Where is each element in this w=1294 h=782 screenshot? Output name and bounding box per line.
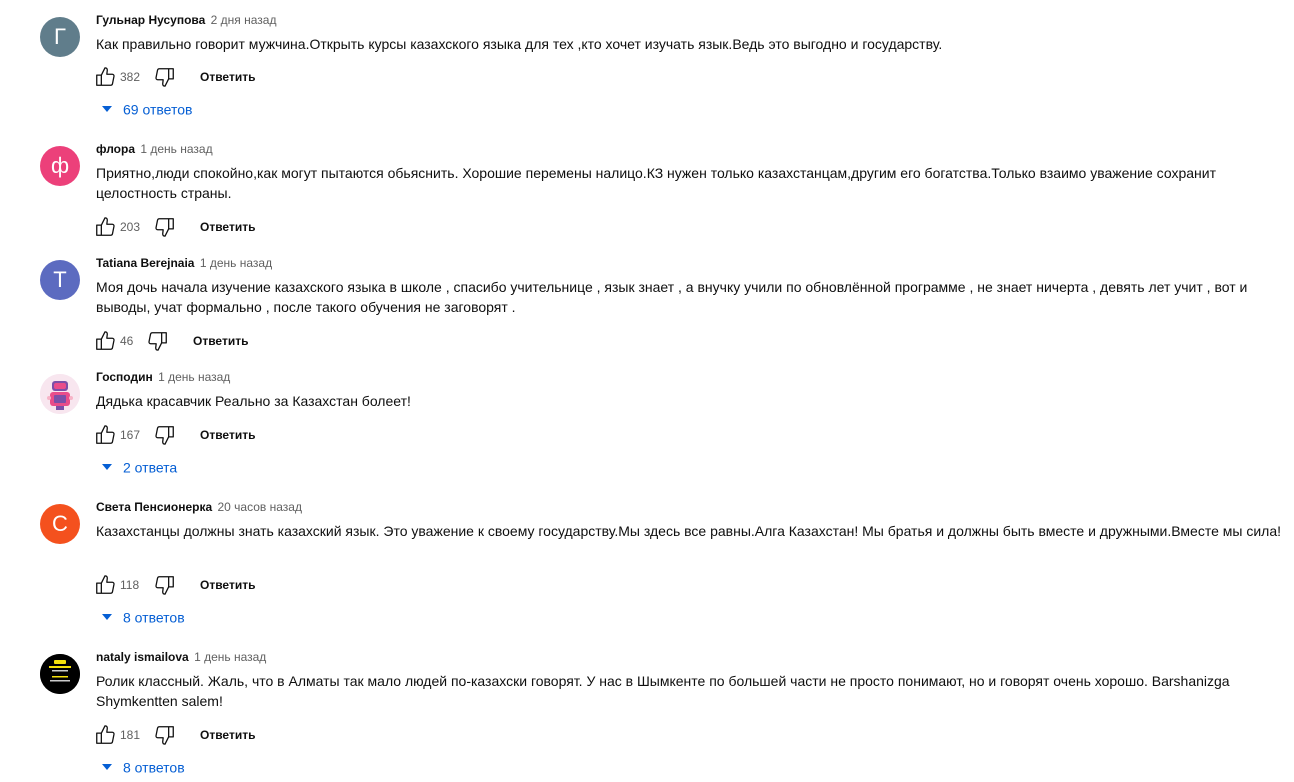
- thumb-down-icon: [155, 726, 174, 745]
- thumb-up-icon: [96, 725, 115, 744]
- robot-avatar-image: [40, 374, 80, 414]
- timestamp[interactable]: 1 день назад: [200, 256, 272, 270]
- comment-header: Господин 1 день назад: [96, 370, 230, 384]
- chevron-down-icon: [100, 760, 114, 774]
- avatar[interactable]: Г: [40, 17, 80, 57]
- author-name[interactable]: Tatiana Berejnaia: [96, 256, 194, 270]
- dislike-button[interactable]: [154, 66, 176, 88]
- comment-header: Tatiana Berejnaia 1 день назад: [96, 256, 272, 270]
- author-name[interactable]: Господин: [96, 370, 153, 384]
- comment-header: nataly ismailova 1 день назад: [96, 650, 266, 664]
- replies-count: 8 ответов: [123, 759, 185, 776]
- reply-button[interactable]: Ответить: [200, 428, 255, 442]
- author-name[interactable]: Гульнар Нусупова: [96, 13, 205, 27]
- thumb-up-icon: [96, 425, 115, 444]
- reply-button[interactable]: Ответить: [200, 728, 255, 742]
- view-replies-button[interactable]: 2 ответа: [100, 458, 177, 478]
- view-replies-button[interactable]: 8 ответов: [100, 758, 185, 778]
- comment-text: Дядька красавчик Реально за Казахстан бо…: [96, 393, 411, 409]
- reply-button[interactable]: Ответить: [200, 578, 255, 592]
- thumb-down-icon: [155, 218, 174, 237]
- dislike-button[interactable]: [154, 216, 176, 238]
- like-count: 118: [120, 578, 140, 592]
- view-replies-button[interactable]: 8 ответов: [100, 608, 185, 628]
- avatar[interactable]: С: [40, 504, 80, 544]
- replies-count: 69 ответов: [123, 101, 193, 118]
- reply-button[interactable]: Ответить: [200, 220, 255, 234]
- timestamp[interactable]: 20 часов назад: [218, 500, 302, 514]
- view-replies-button[interactable]: 69 ответов: [100, 100, 192, 120]
- thumb-down-icon: [155, 576, 174, 595]
- reply-button[interactable]: Ответить: [193, 334, 248, 348]
- avatar[interactable]: T: [40, 260, 80, 300]
- dislike-button[interactable]: [147, 330, 169, 352]
- comment-header: флора 1 день назад: [96, 142, 213, 156]
- author-name[interactable]: флора: [96, 142, 135, 156]
- like-button[interactable]: [94, 330, 116, 352]
- chevron-down-icon: [100, 610, 114, 624]
- timestamp[interactable]: 1 день назад: [158, 370, 230, 384]
- like-count: 181: [120, 728, 141, 742]
- like-count: 46: [120, 334, 134, 348]
- thumb-down-icon: [155, 68, 174, 87]
- chevron-down-icon: [100, 102, 114, 116]
- dislike-button[interactable]: [154, 424, 176, 446]
- comment-header: Гульнар Нусупова 2 дня назад: [96, 13, 276, 27]
- thumb-down-icon: [148, 332, 167, 351]
- comment-text: Приятно,люди спокойно,как могут пытаются…: [96, 165, 1216, 201]
- like-count: 203: [120, 220, 141, 234]
- comment-text: Как правильно говорит мужчина.Открыть ку…: [96, 36, 943, 52]
- author-name[interactable]: Света Пенсионерка: [96, 500, 212, 514]
- thumb-up-icon: [96, 331, 115, 350]
- reply-button[interactable]: Ответить: [200, 70, 255, 84]
- comment-header: Света Пенсионерка 20 часов назад: [96, 500, 302, 514]
- avatar[interactable]: ф: [40, 146, 80, 186]
- timestamp[interactable]: 1 день назад: [194, 650, 266, 664]
- like-button[interactable]: [94, 424, 116, 446]
- thumb-up-icon: [96, 575, 115, 594]
- thumb-up-icon: [96, 217, 115, 236]
- replies-count: 2 ответа: [123, 459, 178, 476]
- replies-count: 8 ответов: [123, 609, 185, 626]
- comment-text: Казахстанцы должны знать казахский язык.…: [96, 523, 1282, 539]
- timestamp[interactable]: 2 дня назад: [211, 13, 277, 27]
- like-count: 382: [120, 70, 141, 84]
- like-count: 167: [120, 428, 141, 442]
- author-name[interactable]: nataly ismailova: [96, 650, 189, 664]
- like-button[interactable]: [94, 574, 116, 596]
- dislike-button[interactable]: [154, 574, 176, 596]
- comment-text: Ролик классный. Жаль, что в Алматы так м…: [96, 673, 1230, 709]
- comment-text: Моя дочь начала изучение казахского язык…: [96, 279, 1248, 315]
- thumb-down-icon: [155, 426, 174, 445]
- like-button[interactable]: [94, 724, 116, 746]
- like-button[interactable]: [94, 66, 116, 88]
- thumb-up-icon: [96, 67, 115, 86]
- channel-logo-image: [40, 654, 80, 694]
- dislike-button[interactable]: [154, 724, 176, 746]
- chevron-down-icon: [100, 460, 114, 474]
- timestamp[interactable]: 1 день назад: [140, 142, 212, 156]
- like-button[interactable]: [94, 216, 116, 238]
